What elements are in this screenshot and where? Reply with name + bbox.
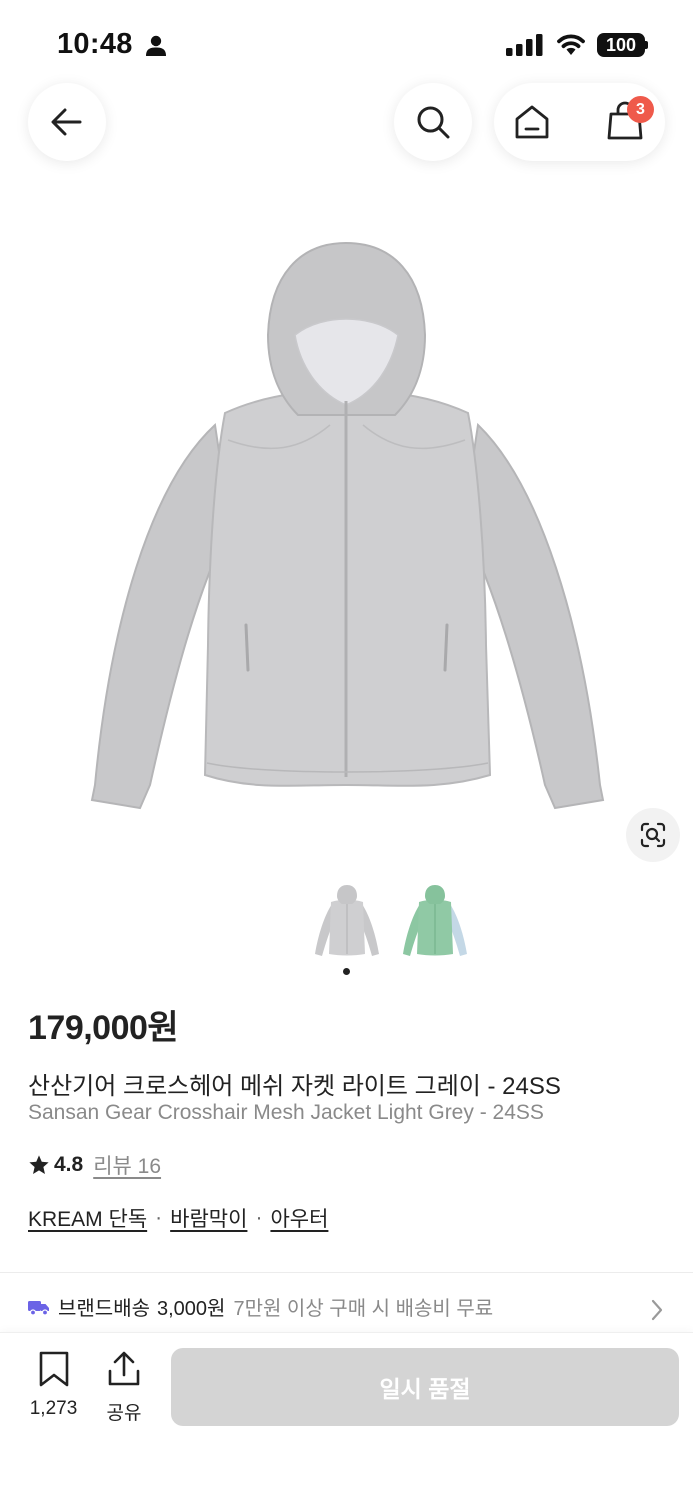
- share-button[interactable]: 공유: [102, 1351, 146, 1425]
- signal-icon: [506, 34, 543, 56]
- product-price: 179,000원: [28, 1009, 179, 1047]
- tag-windbreaker[interactable]: 바람막이: [170, 1203, 247, 1233]
- status-time: 10:48: [57, 28, 133, 60]
- shipping-label: 브랜드배송: [58, 1298, 150, 1320]
- battery-level: 100: [605, 35, 637, 55]
- thumbnail-grey-jacket[interactable]: [312, 884, 382, 960]
- bottom-action-bar: 1,273 공유 일시 품절: [0, 1332, 693, 1500]
- shipping-info[interactable]: 브랜드배송 3,000원 7만원 이상 구매 시 배송비 무료: [28, 1292, 493, 1321]
- tag-separator: ·: [255, 1206, 263, 1229]
- star-icon: [29, 1155, 49, 1174]
- image-search-button[interactable]: [626, 808, 680, 862]
- jacket-illustration: [90, 241, 605, 810]
- rating-row: 4.8 리뷰 16: [28, 1150, 161, 1180]
- bookmark-button[interactable]: 1,273: [26, 1351, 81, 1420]
- review-link[interactable]: 리뷰 16: [93, 1150, 161, 1180]
- lens-scan-icon: [640, 822, 666, 848]
- delivery-truck-icon: [28, 1300, 49, 1316]
- thumbnail-green-jacket[interactable]: [400, 884, 470, 960]
- rating-value: 4.8: [54, 1153, 84, 1176]
- home-icon: [515, 105, 549, 139]
- sold-out-button[interactable]: 일시 품절: [171, 1348, 679, 1426]
- share-icon: [108, 1351, 140, 1386]
- home-button[interactable]: [512, 102, 552, 147]
- battery-icon: 100: [597, 33, 645, 57]
- cart-badge: 3: [627, 96, 654, 123]
- search-icon: [417, 106, 450, 139]
- divider: [0, 1272, 693, 1273]
- back-arrow-icon: [51, 108, 82, 136]
- tag-kream-exclusive[interactable]: KREAM 단독: [28, 1203, 147, 1233]
- nav-pill: 3: [494, 83, 665, 161]
- product-image[interactable]: [0, 225, 693, 835]
- tag-separator: ·: [155, 1206, 163, 1229]
- bookmark-icon: [39, 1351, 68, 1387]
- carousel-indicator: [343, 968, 350, 975]
- back-button[interactable]: [28, 83, 106, 161]
- share-label: 공유: [106, 1403, 142, 1424]
- shipping-fee: 3,000원: [157, 1298, 226, 1320]
- bookmark-count: 1,273: [29, 1398, 78, 1419]
- status-bar: 10:48 100: [0, 0, 693, 90]
- person-icon: [146, 35, 166, 56]
- thumbnail-strip: [312, 884, 472, 960]
- battery-nub: [645, 41, 648, 49]
- product-name-ko: 산산기어 크로스헤어 메쉬 자켓 라이트 그레이 - 24SS: [28, 1073, 561, 1100]
- wifi-icon: [557, 34, 585, 55]
- chevron-right-icon[interactable]: [649, 1298, 665, 1322]
- search-button[interactable]: [394, 83, 472, 161]
- product-name-en: Sansan Gear Crosshair Mesh Jacket Light …: [28, 1101, 544, 1124]
- category-tags: KREAM 단독 · 바람막이 · 아우터: [28, 1203, 328, 1233]
- tag-outer[interactable]: 아우터: [270, 1203, 328, 1233]
- shipping-note: 7만원 이상 구매 시 배송비 무료: [233, 1298, 494, 1320]
